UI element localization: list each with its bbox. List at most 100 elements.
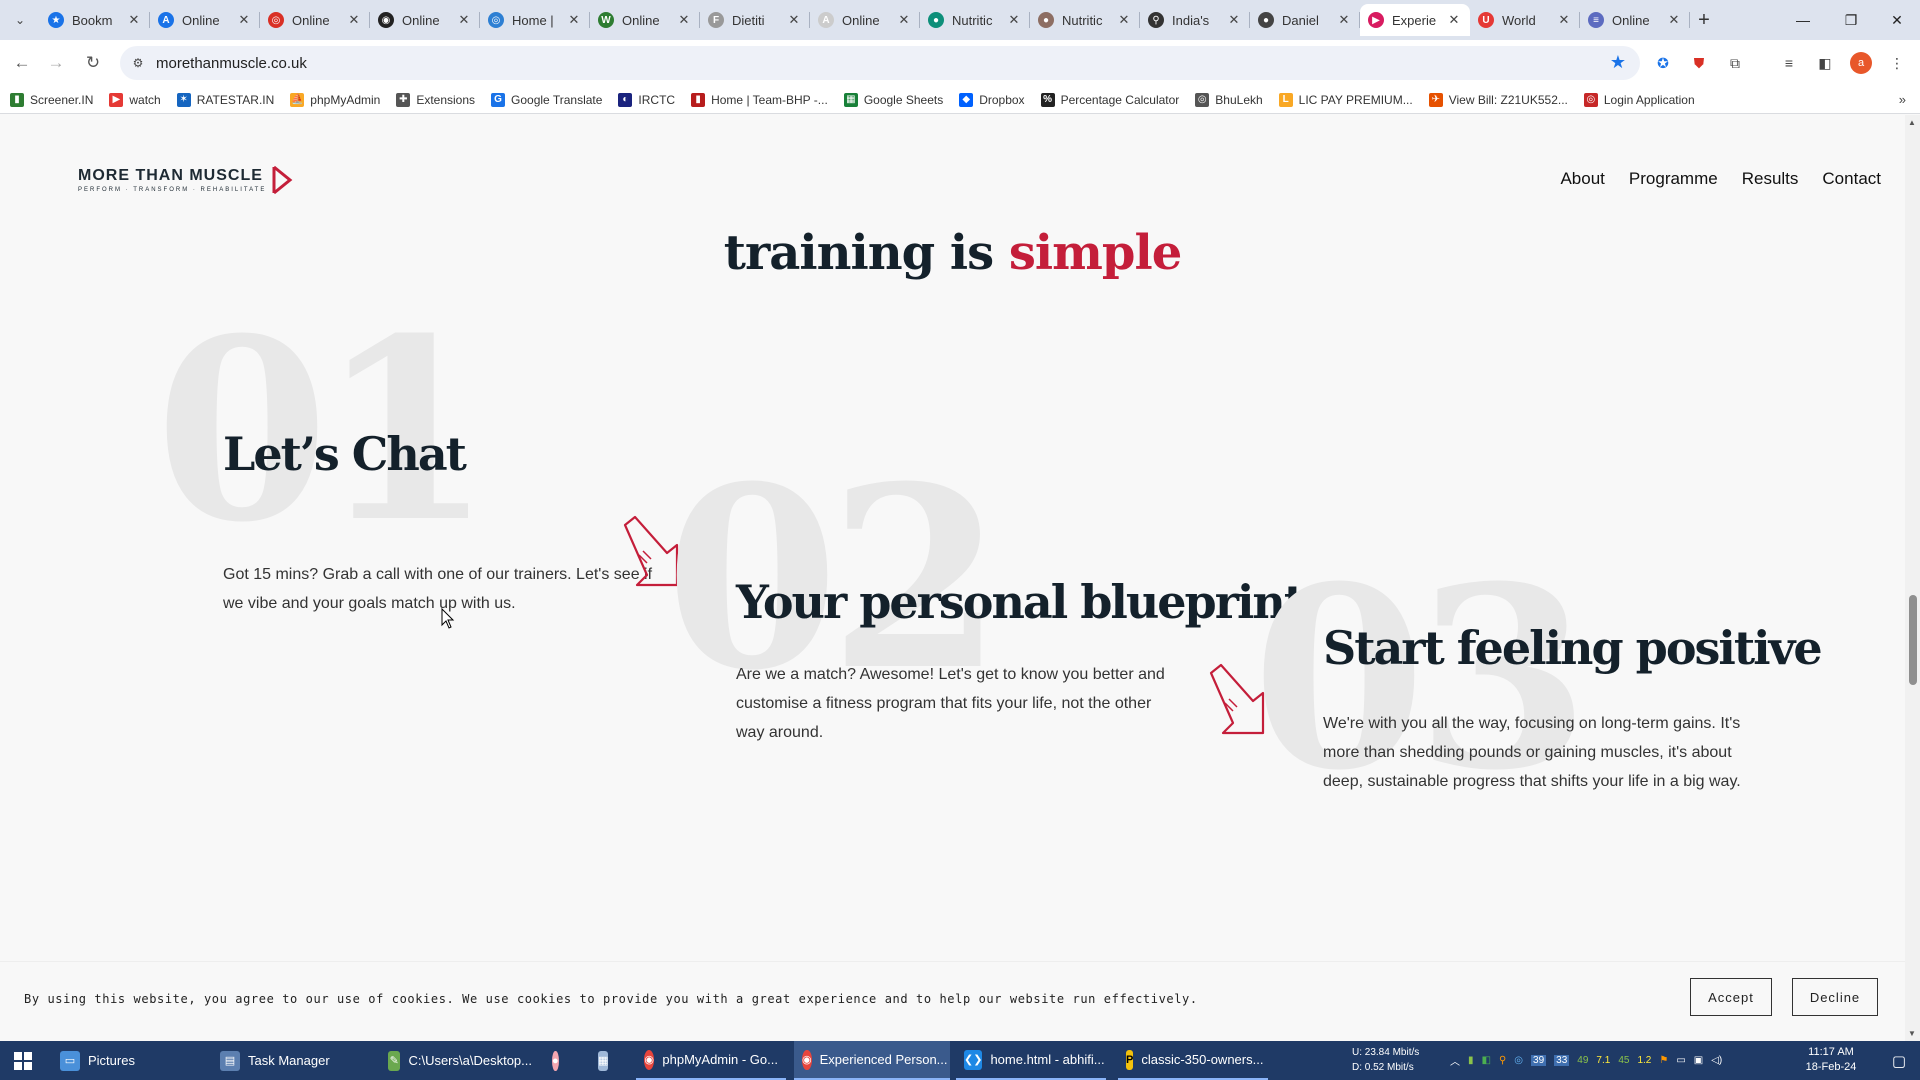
taskbar-pictures[interactable]: ▭ Pictures bbox=[52, 1041, 202, 1080]
tab[interactable]: ● Nutritic ✕ bbox=[1030, 4, 1140, 36]
tray-app-icon[interactable]: ▮ bbox=[1468, 1055, 1474, 1066]
bookmark-star-icon[interactable]: ★ bbox=[1610, 52, 1626, 73]
nav-contact[interactable]: Contact bbox=[1822, 169, 1881, 189]
tab-close-icon[interactable]: ✕ bbox=[1116, 12, 1132, 28]
site-info-icon[interactable]: ⚙ bbox=[120, 56, 156, 70]
tab[interactable]: A Online ✕ bbox=[150, 4, 260, 36]
bookmark-item[interactable]: % Percentage Calculator bbox=[1040, 92, 1179, 107]
tab-search-chevron-icon[interactable]: ⌄ bbox=[8, 8, 32, 32]
tab-close-icon[interactable]: ✕ bbox=[456, 12, 472, 28]
tab[interactable]: ◉ Online ✕ bbox=[370, 4, 480, 36]
address-bar[interactable]: ⚙ morethanmuscle.co.uk ★ bbox=[120, 46, 1640, 80]
bookmark-item[interactable]: G Google Translate bbox=[491, 92, 602, 107]
bookmark-item[interactable]: ◐ IRCTC bbox=[618, 92, 675, 107]
bookmark-item[interactable]: ◆ Dropbox bbox=[959, 92, 1025, 107]
bookmark-item[interactable]: ◎ Login Application bbox=[1583, 92, 1695, 107]
tab[interactable]: ● Nutritic ✕ bbox=[920, 4, 1030, 36]
tab-close-icon[interactable]: ✕ bbox=[566, 12, 582, 28]
menu-kebab-icon[interactable]: ⋮ bbox=[1886, 52, 1908, 74]
network-icon[interactable]: ▣ bbox=[1694, 1055, 1703, 1066]
tab-close-icon[interactable]: ✕ bbox=[346, 12, 362, 28]
taskbar-task-manager[interactable]: ▤ Task Manager bbox=[212, 1041, 372, 1080]
bookmark-item[interactable]: ▶ watch bbox=[109, 92, 161, 107]
tab[interactable]: ◎ Home | ✕ bbox=[480, 4, 590, 36]
tray-search-icon[interactable]: ⚲ bbox=[1499, 1055, 1506, 1066]
taskbar-chrome-active[interactable]: ◉ Experienced Person... bbox=[794, 1041, 950, 1080]
tab[interactable]: ◎ Online ✕ bbox=[260, 4, 370, 36]
tab[interactable]: A Online ✕ bbox=[810, 4, 920, 36]
cookie-accept-button[interactable]: Accept bbox=[1690, 978, 1772, 1016]
bookmark-item[interactable]: L LIC PAY PREMIUM... bbox=[1278, 92, 1413, 107]
tab[interactable]: ● Daniel ✕ bbox=[1250, 4, 1360, 36]
page-scrollbar[interactable]: ▲ ▼ bbox=[1905, 115, 1920, 1041]
url-text[interactable]: morethanmuscle.co.uk bbox=[156, 55, 307, 72]
extension-icon[interactable]: ✪ bbox=[1652, 52, 1674, 74]
bookmark-item[interactable]: ▮ Screener.IN bbox=[10, 92, 93, 107]
taskbar-app-pig[interactable]: ● bbox=[544, 1041, 574, 1080]
tray-chevron-icon[interactable]: ︿ bbox=[1450, 1053, 1460, 1068]
nav-about[interactable]: About bbox=[1560, 169, 1604, 189]
tab-close-icon[interactable]: ✕ bbox=[1006, 12, 1022, 28]
shield-icon[interactable]: ⛊ bbox=[1688, 52, 1710, 74]
tray-flag-icon[interactable]: ⚑ bbox=[1659, 1055, 1668, 1066]
reload-icon[interactable]: ↻ bbox=[80, 50, 106, 76]
tray-app-icon[interactable]: ◧ bbox=[1482, 1055, 1491, 1066]
taskbar-notepad[interactable]: ✎ C:\Users\a\Desktop... bbox=[380, 1041, 540, 1080]
tab-close-icon[interactable]: ✕ bbox=[676, 12, 692, 28]
minimize-icon[interactable]: — bbox=[1780, 0, 1826, 40]
new-tab-icon[interactable]: + bbox=[1690, 4, 1718, 36]
bookmarks-overflow-icon[interactable]: » bbox=[1899, 92, 1906, 107]
bookmark-item[interactable]: ▮ Home | Team-BHP -... bbox=[691, 92, 828, 107]
tab-close-icon[interactable]: ✕ bbox=[1666, 12, 1682, 28]
tray-globe-icon[interactable]: ◎ bbox=[1514, 1055, 1523, 1066]
bookmark-label: BhuLekh bbox=[1215, 92, 1263, 107]
tab-active[interactable]: ▶ Experie ✕ bbox=[1360, 4, 1470, 36]
tab[interactable]: U World ✕ bbox=[1470, 4, 1580, 36]
bookmark-item[interactable]: ✈ View Bill: Z21UK552... bbox=[1428, 92, 1568, 107]
system-clock[interactable]: 11:17 AM 18-Feb-24 bbox=[1795, 1045, 1867, 1075]
tab-close-icon[interactable]: ✕ bbox=[786, 12, 802, 28]
nav-programme[interactable]: Programme bbox=[1629, 169, 1718, 189]
taskbar-vscode[interactable]: ❮❯ home.html - abhifi... bbox=[956, 1041, 1106, 1080]
profile-avatar-icon[interactable]: a bbox=[1850, 52, 1872, 74]
cookie-decline-button[interactable]: Decline bbox=[1792, 978, 1878, 1016]
notification-icon[interactable]: ▢ bbox=[1892, 1052, 1906, 1070]
restore-icon[interactable]: ❐ bbox=[1828, 0, 1874, 40]
forward-icon[interactable]: → bbox=[43, 50, 69, 76]
scrollbar-thumb[interactable] bbox=[1909, 595, 1917, 685]
tab-close-icon[interactable]: ✕ bbox=[126, 12, 142, 28]
tab[interactable]: ⚲ India's ✕ bbox=[1140, 4, 1250, 36]
bookmark-item[interactable]: ✶ RATESTAR.IN bbox=[176, 92, 274, 107]
media-control-icon[interactable]: ≡ bbox=[1778, 52, 1800, 74]
bookmark-item[interactable]: ✚ Extensions bbox=[396, 92, 475, 107]
net-up-value: 23.84 Mbit/s bbox=[1364, 1047, 1420, 1058]
tab-close-icon[interactable]: ✕ bbox=[1556, 12, 1572, 28]
scroll-up-icon[interactable]: ▲ bbox=[1908, 118, 1916, 127]
bookmark-item[interactable]: ◎ BhuLekh bbox=[1195, 92, 1263, 107]
bookmark-item[interactable]: ⛵ phpMyAdmin bbox=[290, 92, 380, 107]
back-icon[interactable]: ← bbox=[9, 50, 35, 76]
close-window-icon[interactable]: ✕ bbox=[1874, 0, 1920, 40]
extensions-puzzle-icon[interactable]: ⧉ bbox=[1724, 52, 1746, 74]
site-logo[interactable]: MORE THAN MUSCLE PERFORM · TRANSFORM · R… bbox=[78, 165, 296, 195]
tab-close-icon[interactable]: ✕ bbox=[896, 12, 912, 28]
battery-icon[interactable]: ▭ bbox=[1676, 1055, 1685, 1066]
scroll-down-icon[interactable]: ▼ bbox=[1908, 1029, 1916, 1038]
tab-close-icon[interactable]: ✕ bbox=[1336, 12, 1352, 28]
tab-close-icon[interactable]: ✕ bbox=[236, 12, 252, 28]
tab[interactable]: F Dietiti ✕ bbox=[700, 4, 810, 36]
taskbar-app-doc[interactable]: ▦ bbox=[590, 1041, 620, 1080]
tab[interactable]: ★ Bookm ✕ bbox=[40, 4, 150, 36]
bookmark-item[interactable]: ▦ Google Sheets bbox=[843, 92, 943, 107]
tab[interactable]: ≡ Online ✕ bbox=[1580, 4, 1690, 36]
taskbar-chrome-phpmyadmin[interactable]: ◉ phpMyAdmin - Go... bbox=[636, 1041, 786, 1080]
tab-close-icon[interactable]: ✕ bbox=[1226, 12, 1242, 28]
windows-start-icon[interactable] bbox=[0, 1041, 46, 1080]
volume-icon[interactable]: ◁) bbox=[1711, 1055, 1722, 1066]
side-panel-icon[interactable]: ◧ bbox=[1814, 52, 1836, 74]
tab-close-icon[interactable]: ✕ bbox=[1446, 12, 1462, 28]
taskbar-pdf[interactable]: Pclassic-350-owners... bbox=[1118, 1041, 1268, 1080]
tab-favicon-icon: F bbox=[708, 12, 724, 28]
tab[interactable]: W Online ✕ bbox=[590, 4, 700, 36]
nav-results[interactable]: Results bbox=[1742, 169, 1799, 189]
